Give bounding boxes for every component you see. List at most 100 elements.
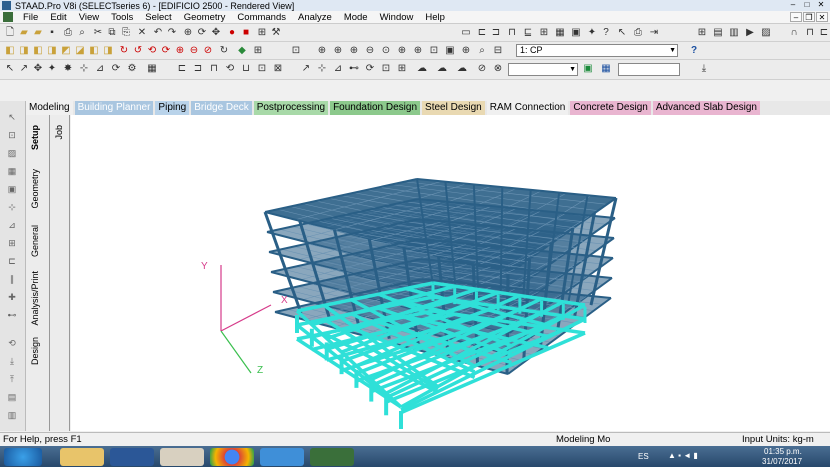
new-file-icon[interactable]: 🗋: [4, 27, 16, 39]
solid-icon[interactable]: ▣: [570, 27, 582, 39]
delete-icon[interactable]: ✕: [136, 27, 148, 39]
tab-foundation-design[interactable]: Foundation Design: [330, 101, 421, 115]
open-file-icon[interactable]: ▰: [18, 27, 30, 39]
word-taskbar-icon[interactable]: [110, 448, 154, 466]
parallel-tool-icon[interactable]: ∥: [5, 273, 19, 285]
beam-icon[interactable]: ⊏: [476, 27, 488, 39]
view-bottom-icon[interactable]: ◪: [74, 45, 86, 57]
tab-analysis-print[interactable]: Analysis/Print: [30, 271, 40, 326]
record-icon[interactable]: ■: [240, 27, 252, 39]
open-folder-icon[interactable]: ▰: [32, 27, 44, 39]
analysis-icon[interactable]: ⊞: [538, 27, 550, 39]
document-icon[interactable]: [3, 12, 13, 22]
export-icon[interactable]: ⇥: [648, 27, 660, 39]
tab-general[interactable]: General: [30, 225, 40, 257]
translational-repeat-icon[interactable]: ⊞: [396, 63, 408, 75]
files-taskbar-icon[interactable]: [160, 448, 204, 466]
view-left-icon[interactable]: ◨: [46, 45, 58, 57]
settings-icon[interactable]: ⚙: [126, 63, 138, 75]
menu-file[interactable]: File: [17, 12, 44, 23]
stop-icon[interactable]: ●: [226, 27, 238, 39]
rotate-select-icon[interactable]: ⟳: [110, 63, 122, 75]
pan-view-icon[interactable]: ⊕: [412, 45, 424, 57]
solids-cursor-icon[interactable]: ✦: [46, 63, 58, 75]
rotate-right-icon[interactable]: ⟳: [160, 45, 172, 57]
grid-select-icon[interactable]: ▦: [146, 63, 158, 75]
display-view-icon[interactable]: ⊡: [428, 45, 440, 57]
tab-building-planner[interactable]: Building Planner: [74, 101, 154, 115]
menu-commands[interactable]: Commands: [231, 12, 292, 23]
clock-time[interactable]: 01:35 p.m.: [764, 447, 802, 456]
table-icon[interactable]: ▤: [712, 27, 724, 39]
menu-select[interactable]: Select: [139, 12, 177, 23]
node-tool-icon[interactable]: ⊹: [5, 201, 19, 213]
view-back-icon[interactable]: ◨: [18, 45, 30, 57]
rotate-icon[interactable]: ⟳: [196, 27, 208, 39]
frame-icon[interactable]: ⊓: [804, 27, 816, 39]
rotate-down-icon[interactable]: ↺: [132, 45, 144, 57]
stretch-tool-icon[interactable]: ⤒: [5, 373, 19, 385]
beam-label-icon[interactable]: ⊐: [192, 63, 204, 75]
arch-icon[interactable]: ∩: [788, 27, 800, 39]
rotate-tool-icon[interactable]: ⟲: [5, 337, 19, 349]
rotate-axis-icon[interactable]: ⊘: [202, 45, 214, 57]
solid-tool-icon[interactable]: ▣: [5, 183, 19, 195]
menu-help[interactable]: Help: [419, 12, 451, 23]
display-options-icon[interactable]: ⊡: [290, 45, 302, 57]
clock-date[interactable]: 31/07/2017: [762, 457, 802, 466]
insert-node-icon[interactable]: ✚: [5, 291, 19, 303]
help-icon[interactable]: ?: [688, 45, 700, 57]
menu-geometry[interactable]: Geometry: [178, 12, 232, 23]
print-report-icon[interactable]: ⎙: [632, 27, 644, 39]
node-connect-icon[interactable]: ⊷: [348, 63, 360, 75]
what-is-icon[interactable]: ↖: [616, 27, 628, 39]
spin-left-icon[interactable]: ⊕: [174, 45, 186, 57]
node-icon[interactable]: ✦: [586, 27, 598, 39]
new-view-icon[interactable]: ▣: [444, 45, 456, 57]
label-icon[interactable]: ⊏: [176, 63, 188, 75]
spin-right-icon[interactable]: ⊖: [188, 45, 200, 57]
symbols-labels-icon[interactable]: ⊟: [492, 45, 504, 57]
beams-cursor-icon[interactable]: ↗: [18, 63, 30, 75]
group-tool-icon[interactable]: ⊞: [5, 237, 19, 249]
tab-setup[interactable]: Setup: [30, 125, 40, 150]
cut-icon[interactable]: ✂: [92, 27, 104, 39]
undo-icon[interactable]: ↶: [152, 27, 164, 39]
connect-tool-icon[interactable]: ⊷: [5, 309, 19, 321]
doc-restore-icon[interactable]: ❐: [803, 12, 815, 22]
tab-modeling[interactable]: Modeling: [26, 101, 73, 115]
run-icon[interactable]: ▶: [744, 27, 756, 39]
staad-taskbar-icon[interactable]: [310, 448, 354, 466]
member-tool-icon[interactable]: ⊏: [5, 255, 19, 267]
support-icon[interactable]: ⊓: [506, 27, 518, 39]
scale-icon[interactable]: ⊡: [380, 63, 392, 75]
pan-icon[interactable]: ✥: [210, 27, 222, 39]
zoom-dynamic-icon[interactable]: ⊕: [332, 45, 344, 57]
load-case-select[interactable]: 1: CP ▼: [516, 44, 678, 57]
magnify-icon[interactable]: ⌕: [476, 45, 488, 57]
doc-close-icon[interactable]: ✕: [816, 12, 828, 22]
plates-cursor-icon[interactable]: ✥: [32, 63, 44, 75]
menu-edit[interactable]: Edit: [44, 12, 72, 23]
view-right-icon[interactable]: ◧: [32, 45, 44, 57]
view-top-icon[interactable]: ◩: [60, 45, 72, 57]
minimize-icon[interactable]: –: [786, 0, 800, 10]
structure-icon[interactable]: ▭: [460, 27, 472, 39]
menu-analyze[interactable]: Analyze: [292, 12, 338, 23]
value-input[interactable]: [618, 63, 680, 76]
menu-window[interactable]: Window: [374, 12, 420, 23]
beam-tool-icon[interactable]: ▨: [5, 147, 19, 159]
stats-icon[interactable]: ▨: [760, 27, 772, 39]
view-dimetric-icon[interactable]: ◨: [102, 45, 114, 57]
dimension-icon[interactable]: ⊓: [208, 63, 220, 75]
tab-postprocessing[interactable]: Postprocessing: [253, 101, 329, 115]
geometry-cursor-icon[interactable]: ⊹: [78, 63, 90, 75]
save-icon[interactable]: ▪: [46, 27, 58, 39]
tab-job[interactable]: Job: [54, 125, 64, 140]
nodes-cursor-icon[interactable]: ↖: [4, 63, 16, 75]
ie-taskbar-icon[interactable]: [260, 448, 304, 466]
render-icon[interactable]: ▣: [582, 63, 594, 75]
print-preview-icon[interactable]: ⌕: [76, 27, 88, 39]
property-tool-icon[interactable]: ▤: [5, 391, 19, 403]
tab-geometry[interactable]: Geometry: [30, 169, 40, 209]
